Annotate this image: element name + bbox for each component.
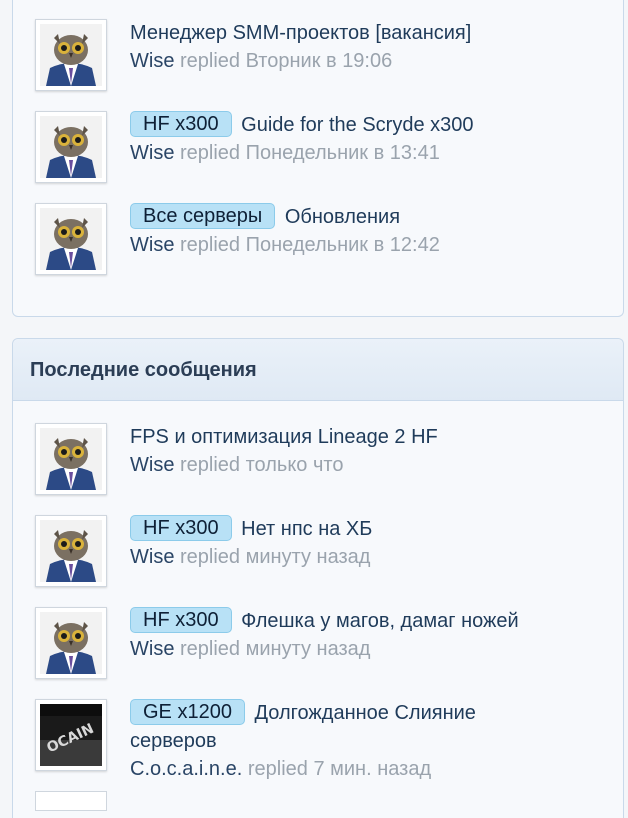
thread-title-link-cont[interactable]: серверов [130,730,217,752]
user-link[interactable]: Wise [130,50,174,72]
thread-prefix-badge[interactable]: HF x300 [130,515,232,541]
user-link[interactable]: Wise [130,234,174,256]
action-text: replied [180,454,241,476]
timestamp: минуту назад [245,546,371,568]
thread-title-link[interactable]: Guide for the Scryde x300 [241,114,473,136]
thread-title-link[interactable]: Нет нпс на ХБ [241,518,372,540]
owl-avatar-icon[interactable] [35,203,107,275]
user-link[interactable]: C.o.c.a.i.n.e. [130,758,242,780]
user-link[interactable]: Wise [130,454,174,476]
list-item: Все серверы Обновления Wise replied Поне… [35,203,613,287]
list-item: Менеджер SMM-проектов [вакансия] Wise re… [35,19,613,103]
thread-prefix-badge[interactable]: HF x300 [130,111,232,137]
list-item: HF x300 Guide for the Scryde x300 Wise r… [35,111,613,195]
message-text: HF x300 Нет нпс на ХБ Wise replied минут… [130,515,613,571]
action-text: replied [180,638,241,660]
list-item: FPS и оптимизация Lineage 2 HF Wise repl… [35,423,613,507]
thread-title-link[interactable]: FPS и оптимизация Lineage 2 HF [130,426,438,448]
thread-title-link[interactable]: Обновления [285,206,400,228]
timestamp: минуту назад [245,638,371,660]
list-item: HF x300 Нет нпс на ХБ Wise replied минут… [35,515,613,599]
list-item: HF x300 Флешка у магов, дамаг ножей Wise… [35,607,613,691]
thread-title-link[interactable]: Менеджер SMM-проектов [вакансия] [130,22,471,44]
timestamp: Понедельник в 13:41 [245,142,440,164]
owl-avatar-icon[interactable] [35,111,107,183]
user-link[interactable]: Wise [130,142,174,164]
avatar-partial [35,791,107,811]
owl-avatar-icon[interactable] [35,515,107,587]
timestamp: только что [245,454,344,476]
thread-prefix-badge[interactable]: Все серверы [130,203,276,229]
action-text: replied [180,142,241,164]
user-link[interactable]: Wise [130,638,174,660]
thread-title-link[interactable]: Флешка у магов, дамаг ножей [241,610,519,632]
section-header: Последние сообщения [13,339,623,401]
thread-text: HF x300 Guide for the Scryde x300 Wise r… [130,111,613,167]
action-text: replied [180,50,241,72]
owl-avatar-icon[interactable] [35,19,107,91]
message-text: GE x1200 Долгожданное Слияние серверов C… [130,699,613,783]
action-text: replied [180,234,241,256]
owl-avatar-icon[interactable] [35,423,107,495]
message-text: FPS и оптимизация Lineage 2 HF Wise repl… [130,423,613,479]
cocaine-avatar-icon[interactable]: OCAIN [35,699,107,771]
thread-prefix-badge[interactable]: GE x1200 [130,699,245,725]
action-text: replied [247,758,308,780]
timestamp: 7 мин. назад [313,758,432,780]
timestamp: Понедельник в 12:42 [245,234,440,256]
thread-text: Все серверы Обновления Wise replied Поне… [130,203,613,259]
thread-text: Менеджер SMM-проектов [вакансия] Wise re… [130,19,613,75]
list-item: OCAIN GE x1200 Долгожданное Слияние серв… [35,699,613,809]
action-text: replied [180,546,241,568]
thread-prefix-badge[interactable]: HF x300 [130,607,232,633]
owl-avatar-icon[interactable] [35,607,107,679]
message-text: HF x300 Флешка у магов, дамаг ножей Wise… [130,607,613,663]
user-link[interactable]: Wise [130,546,174,568]
timestamp: Вторник в 19:06 [245,50,393,72]
latest-messages-panel: Последние сообщения FPS и оптимизация Li… [12,338,624,818]
thread-title-link[interactable]: Долгожданное Слияние [255,702,476,724]
recent-threads-panel: Менеджер SMM-проектов [вакансия] Wise re… [12,0,624,317]
